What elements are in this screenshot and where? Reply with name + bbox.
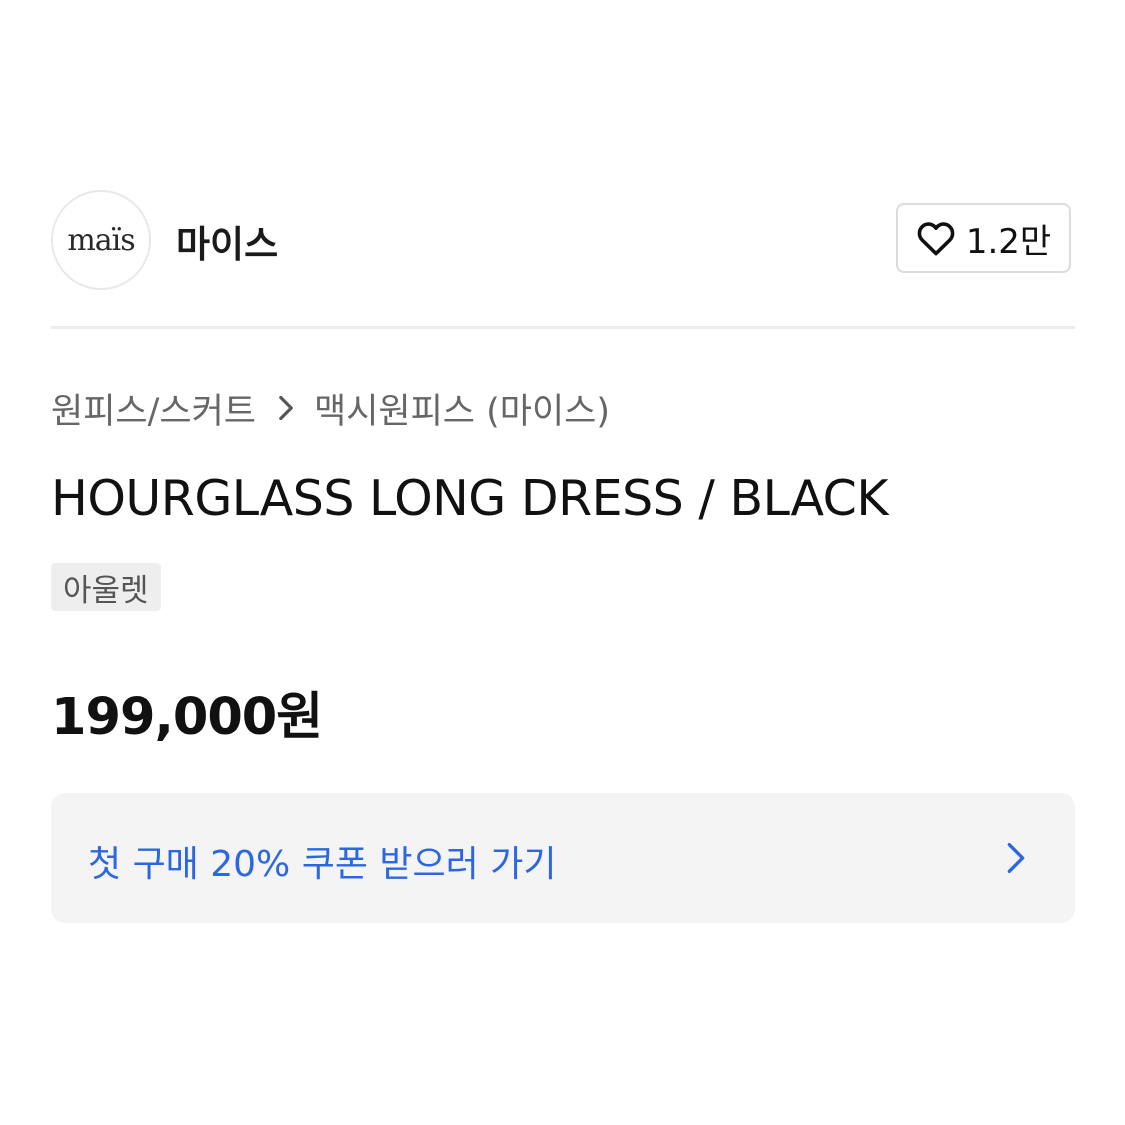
chevron-right-icon [279,395,293,421]
breadcrumb: 원피스/스커트 맥시원피스 (마이스) [51,383,610,434]
brand-header: maïs 마이스 1.2만 [51,190,1075,290]
brand-logo[interactable]: maïs [51,190,151,290]
coupon-text: 첫 구매 20% 쿠폰 받으러 가기 [88,844,557,885]
breadcrumb-subcategory[interactable]: 맥시원피스 (마이스) [314,383,610,434]
like-button[interactable]: 1.2만 [896,203,1071,273]
divider [51,326,1075,329]
product-title: HOURGLASS LONG DRESS / BLACK [51,470,889,527]
product-price: 199,000원 [51,688,323,747]
chevron-right-icon [1007,843,1025,873]
brand-name[interactable]: 마이스 [176,214,278,268]
heart-outline-icon [917,222,955,256]
brand-logo-text: maïs [67,222,135,258]
coupon-banner[interactable]: 첫 구매 20% 쿠폰 받으러 가기 [51,793,1075,923]
like-count: 1.2만 [965,221,1052,262]
outlet-tag: 아울렛 [51,563,161,611]
breadcrumb-category[interactable]: 원피스/스커트 [51,383,256,434]
